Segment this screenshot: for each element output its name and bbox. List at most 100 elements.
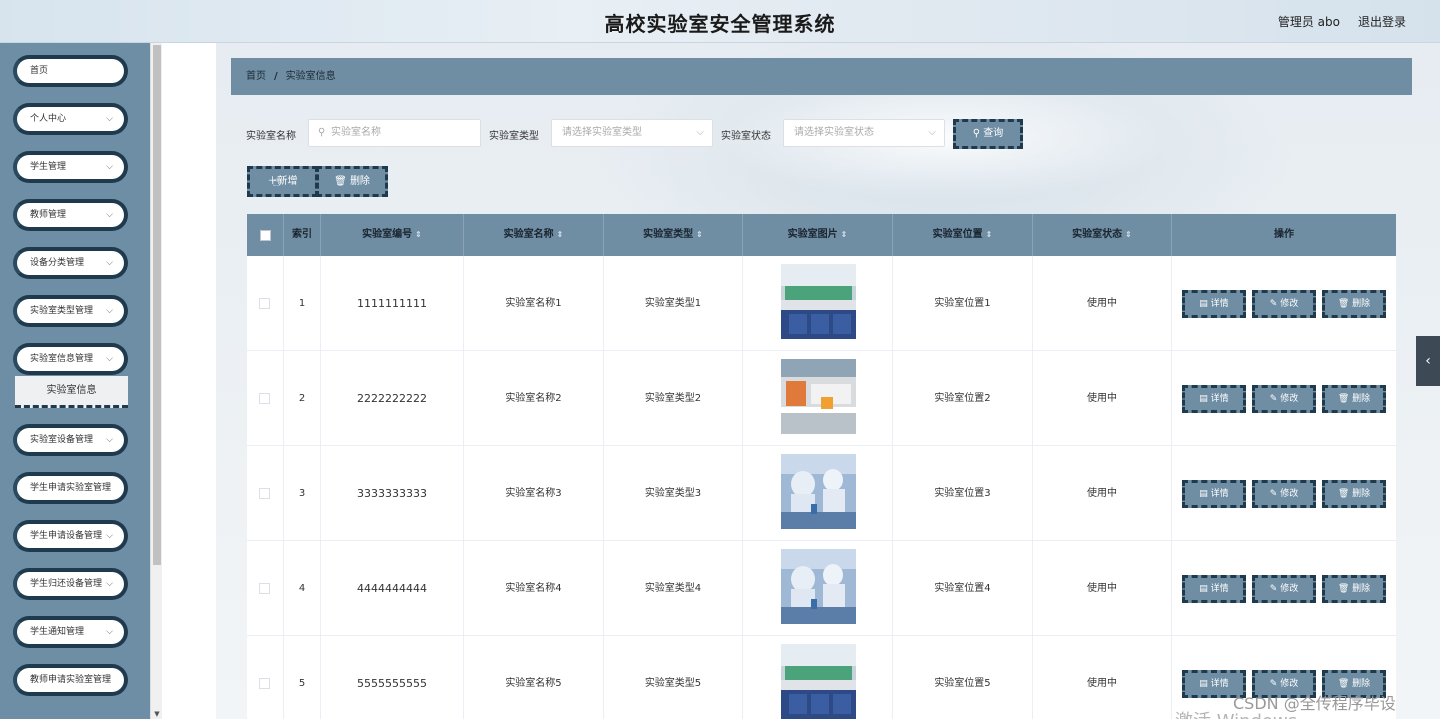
sidebar-item-1[interactable]: 个人中心 ⌵ <box>13 103 128 135</box>
cell-status: 使用中 <box>1033 256 1172 351</box>
lab-name-placeholder: 实验室名称 <box>331 127 381 138</box>
breadcrumb-separator: / <box>274 71 278 82</box>
trash-icon: 🗑 <box>1337 679 1353 689</box>
trash-icon: 🗑 <box>1337 299 1353 309</box>
header-select-all[interactable] <box>247 214 284 256</box>
top-bar: 高校实验室安全管理系统 管理员 abo 退出登录 <box>0 0 1440 43</box>
header-location[interactable]: 实验室位置 ⇕ <box>893 214 1033 256</box>
delete-button[interactable]: 🗑 删除 <box>1322 575 1386 603</box>
row-checkbox[interactable] <box>259 583 270 594</box>
cell-name: 实验室名称2 <box>464 351 604 446</box>
cell-actions: ▤ 详情 ✎ 修改 🗑 删除 <box>1172 541 1396 636</box>
edit-button[interactable]: ✎ 修改 <box>1252 385 1316 413</box>
detail-button[interactable]: ▤ 详情 <box>1182 385 1246 413</box>
chevron-down-icon: ⌵ <box>928 127 936 138</box>
sidebar-item-6[interactable]: 实验室信息管理 ⌵ <box>13 343 128 375</box>
lab-image[interactable] <box>781 454 856 529</box>
sidebar-item-7[interactable]: 实验室设备管理 ⌵ <box>13 424 128 456</box>
sidebar-item-label: 实验室设备管理 <box>30 435 94 445</box>
row-checkbox[interactable] <box>259 393 270 404</box>
windows-watermark: 激活 Windows <box>1175 707 1297 719</box>
cell-code: 5555555555 <box>321 636 464 719</box>
chevron-down-icon: ⌵ <box>106 162 113 172</box>
sidebar-scrollbar[interactable]: ▼ <box>150 43 162 719</box>
query-button[interactable]: ⚲ 查询 <box>953 119 1023 149</box>
row-checkbox[interactable] <box>259 678 270 689</box>
logout-link[interactable]: 退出登录 <box>1358 13 1406 30</box>
sidebar-item-5[interactable]: 实验室类型管理 ⌵ <box>13 295 128 327</box>
edit-button[interactable]: ✎ 修改 <box>1252 480 1316 508</box>
row-select-cell <box>247 636 284 719</box>
lab-status-label: 实验室状态 <box>721 131 771 142</box>
sidebar-item-8[interactable]: 学生申请实验室管理 <box>13 472 128 504</box>
row-select-cell <box>247 351 284 446</box>
lab-image[interactable] <box>781 359 856 434</box>
scrollbar-thumb[interactable] <box>153 45 161 565</box>
lab-image[interactable] <box>781 644 856 719</box>
detail-button[interactable]: ▤ 详情 <box>1182 575 1246 603</box>
bulk-delete-button[interactable]: 🗑 删除 <box>316 166 388 197</box>
scroll-down-icon[interactable]: ▼ <box>153 711 161 718</box>
delete-button[interactable]: 🗑 删除 <box>1322 290 1386 318</box>
sidebar-item-label: 学生归还设备管理 <box>30 579 103 589</box>
header-code[interactable]: 实验室编号 ⇕ <box>321 214 464 256</box>
row-select-cell <box>247 256 284 351</box>
select-all-checkbox[interactable] <box>260 230 271 241</box>
row-select-cell <box>247 446 284 541</box>
sidebar-item-3[interactable]: 教师管理 ⌵ <box>13 199 128 231</box>
detail-button[interactable]: ▤ 详情 <box>1182 290 1246 318</box>
header-index: 索引 <box>284 214 321 256</box>
chevron-left-icon[interactable]: ‹ <box>1416 336 1440 386</box>
cell-actions: ▤ 详情 ✎ 修改 🗑 删除 <box>1172 351 1396 446</box>
lab-name-input[interactable]: ⚲ 实验室名称 <box>308 119 481 147</box>
sort-icon: ⇕ <box>415 230 422 239</box>
trash-icon: 🗑 <box>1337 489 1353 499</box>
trash-icon: 🗑 <box>1337 394 1353 404</box>
sidebar-item-label: 首页 <box>30 66 49 76</box>
header-type[interactable]: 实验室类型 ⇕ <box>604 214 743 256</box>
lab-type-select[interactable]: 请选择实验室类型 ⌵ <box>551 119 713 147</box>
sidebar-item-label: 学生申请设备管理 <box>30 531 103 541</box>
cell-index: 1 <box>284 256 321 351</box>
row-checkbox[interactable] <box>259 298 270 309</box>
detail-button[interactable]: ▤ 详情 <box>1182 480 1246 508</box>
document-icon: ▤ <box>1199 489 1211 499</box>
delete-button[interactable]: 🗑 删除 <box>1322 385 1386 413</box>
breadcrumb-current: 实验室信息 <box>285 71 336 82</box>
chevron-down-icon: ⌵ <box>106 210 113 220</box>
row-checkbox[interactable] <box>259 488 270 499</box>
sidebar-item-label: 实验室类型管理 <box>30 306 94 316</box>
edit-button[interactable]: ✎ 修改 <box>1252 290 1316 318</box>
lab-status-select[interactable]: 请选择实验室状态 ⌵ <box>783 119 945 147</box>
lab-name-label: 实验室名称 <box>246 131 296 142</box>
edit-button[interactable]: ✎ 修改 <box>1252 575 1316 603</box>
sort-icon: ⇕ <box>1125 230 1132 239</box>
add-button[interactable]: ＋新增 <box>247 166 318 197</box>
sidebar-subitem-lab-info[interactable]: 实验室信息 <box>15 376 128 408</box>
lab-image[interactable] <box>781 549 856 624</box>
chevron-down-icon: ⌵ <box>106 354 113 364</box>
sidebar-item-12[interactable]: 教师申请实验室管理 <box>13 664 128 696</box>
chevron-down-icon: ⌵ <box>106 627 113 637</box>
breadcrumb-home[interactable]: 首页 <box>246 71 266 82</box>
sidebar-item-label: 实验室信息管理 <box>30 354 94 364</box>
sidebar-item-4[interactable]: 设备分类管理 ⌵ <box>13 247 128 279</box>
sidebar-item-0[interactable]: 首页 <box>13 55 128 87</box>
trash-icon: 🗑 <box>1337 584 1353 594</box>
sidebar-item-2[interactable]: 学生管理 ⌵ <box>13 151 128 183</box>
sidebar-item-9[interactable]: 学生申请设备管理 ⌵ <box>13 520 128 552</box>
chevron-down-icon: ⌵ <box>106 114 113 124</box>
sort-icon: ⇕ <box>696 230 703 239</box>
delete-button[interactable]: 🗑 删除 <box>1322 480 1386 508</box>
header-status[interactable]: 实验室状态 ⇕ <box>1033 214 1172 256</box>
header-image[interactable]: 实验室图片 ⇕ <box>743 214 893 256</box>
sidebar-item-10[interactable]: 学生归还设备管理 ⌵ <box>13 568 128 600</box>
cell-location: 实验室位置4 <box>893 541 1033 636</box>
cell-name: 实验室名称1 <box>464 256 604 351</box>
cell-name: 实验室名称4 <box>464 541 604 636</box>
header-name[interactable]: 实验室名称 ⇕ <box>464 214 604 256</box>
sidebar-item-11[interactable]: 学生通知管理 ⌵ <box>13 616 128 648</box>
cell-type: 实验室类型4 <box>604 541 743 636</box>
cell-index: 3 <box>284 446 321 541</box>
lab-image[interactable] <box>781 264 856 339</box>
